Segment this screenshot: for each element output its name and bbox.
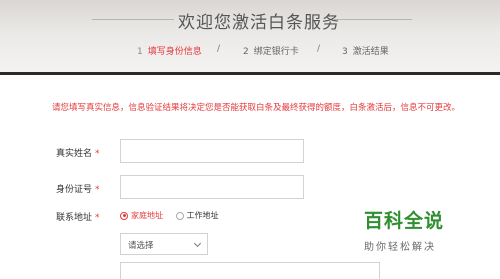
info-notice: 请您填写真实信息，信息验证结果将决定您是否能获取白条及最终获得的额度，白条激活后…: [52, 103, 461, 113]
required-mark: *: [95, 213, 100, 223]
chevron-down-icon: [193, 239, 202, 248]
step-3-number: 3: [342, 47, 348, 57]
radio-unchecked-icon: [175, 211, 184, 220]
page-title: 欢迎您激活白条服务: [178, 13, 340, 33]
step-2-number: 2: [243, 47, 249, 57]
home-address-label: 家庭地址: [131, 211, 163, 220]
step-1: 1 填写身份信息: [137, 44, 202, 57]
step-separator: /: [317, 44, 321, 54]
id-number-label: 身份证号 *: [56, 182, 100, 195]
step-3: 3 激活结果: [342, 44, 389, 57]
radio-checked-icon: [120, 211, 128, 220]
id-number-input[interactable]: [120, 175, 304, 199]
address-label: 联系地址 *: [56, 210, 100, 223]
step-3-label: 激活结果: [352, 47, 389, 57]
step-indicator: 1 填写身份信息 / 2 绑定银行卡 / 3 激活结果: [0, 44, 500, 58]
address-label-text: 联系地址: [56, 213, 93, 223]
address-detail-input[interactable]: [120, 262, 380, 279]
region-select-value: 请选择: [128, 241, 154, 251]
step-1-label: 填写身份信息: [147, 47, 202, 57]
watermark-subtitle: 助你轻松解决: [364, 242, 436, 253]
required-mark: *: [95, 149, 100, 159]
step-1-number: 1: [137, 47, 143, 57]
work-address-radio[interactable]: 工作地址: [175, 210, 219, 221]
watermark-title: 百科全说: [364, 210, 445, 232]
home-address-radio[interactable]: 家庭地址: [120, 210, 163, 221]
step-separator: /: [217, 44, 221, 54]
address-type-radio-group: 家庭地址 工作地址: [120, 210, 229, 222]
region-select[interactable]: 请选择: [120, 233, 208, 255]
id-number-label-text: 身份证号: [56, 185, 93, 195]
watermark-logo: 百科全说 助你轻松解决: [364, 206, 474, 253]
step-2-label: 绑定银行卡: [253, 47, 299, 57]
real-name-label-text: 真实姓名: [56, 149, 93, 159]
title-divider-right: [334, 19, 412, 20]
title-divider-left: [92, 19, 174, 20]
header-bottom-bar: [0, 72, 500, 75]
real-name-label: 真实姓名 *: [56, 146, 100, 159]
required-mark: *: [95, 185, 100, 195]
work-address-label: 工作地址: [186, 211, 219, 220]
page-header: 欢迎您激活白条服务 1 填写身份信息 / 2 绑定银行卡 / 3 激活结果: [0, 0, 500, 72]
step-2: 2 绑定银行卡: [243, 44, 299, 57]
real-name-input[interactable]: [120, 139, 304, 163]
